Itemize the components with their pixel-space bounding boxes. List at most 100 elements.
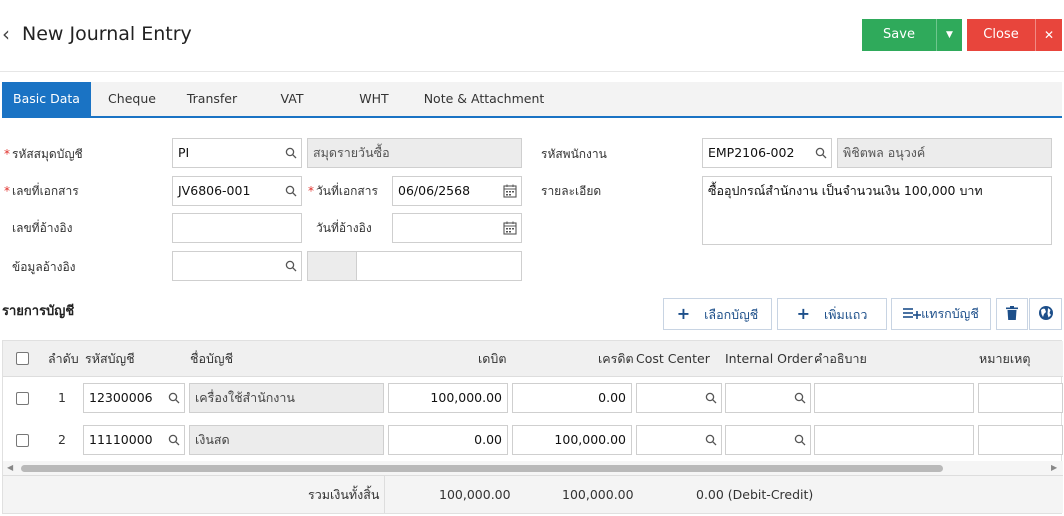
book-code-label: * รหัสสมุดบัญชี <box>4 147 83 161</box>
add-row-button[interactable]: + เพิ่มแถว <box>777 298 887 330</box>
search-icon[interactable] <box>285 147 297 159</box>
internal-order-input[interactable] <box>725 383 811 413</box>
page-title: New Journal Entry <box>22 23 192 45</box>
tab-cheque[interactable]: Cheque <box>96 82 168 116</box>
cost-center-input[interactable] <box>636 425 722 455</box>
book-name-field: สมุดรายวันซื้อ <box>307 138 522 168</box>
table-row: 1 12300006 เครื่องใช้สำนักงาน 100,000.00… <box>3 377 1063 419</box>
select-all-checkbox[interactable] <box>16 352 29 365</box>
col-internal-order: Internal Order <box>725 351 813 366</box>
row-seq: 1 <box>58 390 66 405</box>
search-icon[interactable] <box>285 260 297 272</box>
doc-date-input[interactable]: 06/06/2568 <box>392 176 522 206</box>
doc-no-label: * เลขที่เอกสาร <box>4 184 79 198</box>
globe-button[interactable] <box>1029 298 1062 330</box>
close-x-button[interactable]: ✕ <box>1035 19 1062 51</box>
acc-code-input[interactable]: 11110000 <box>83 425 185 455</box>
search-icon[interactable] <box>705 434 717 446</box>
search-icon[interactable] <box>168 392 180 404</box>
ref-info-name-field[interactable] <box>356 251 522 281</box>
credit-input[interactable]: 0.00 <box>512 383 632 413</box>
globe-icon <box>1038 306 1053 320</box>
acc-name-field: เงินสด <box>189 425 384 455</box>
total-credit: 100,000.00 <box>562 487 634 502</box>
search-icon[interactable] <box>168 434 180 446</box>
search-icon[interactable] <box>794 434 806 446</box>
search-icon[interactable] <box>705 392 717 404</box>
calendar-icon[interactable] <box>503 221 517 235</box>
cost-center-input[interactable] <box>636 383 722 413</box>
ref-info-label: ข้อมูลอ้างอิง <box>12 260 76 274</box>
grid-header: ลำดับ รหัสบัญชี ชื่อบัญชี เดบิต เครดิต C… <box>3 341 1063 377</box>
col-acc-code: รหัสบัญชี <box>85 351 135 366</box>
ref-date-label: วันที่อ้างอิง <box>316 221 372 235</box>
employee-name-field: พิชิตพล อนุวงค์ <box>837 138 1052 168</box>
row-checkbox[interactable] <box>16 392 29 405</box>
search-icon[interactable] <box>794 392 806 404</box>
tab-basic-data[interactable]: Basic Data <box>2 82 91 116</box>
save-options-button[interactable]: ▼ <box>936 19 962 51</box>
col-credit: เครดิต <box>598 351 634 366</box>
close-button[interactable]: Close <box>967 19 1035 51</box>
search-icon[interactable] <box>815 147 827 159</box>
col-acc-name: ชื่อบัญชี <box>190 351 234 366</box>
col-description: คำอธิบาย <box>814 351 867 366</box>
tab-bar: Basic Data Cheque Transfer VAT WHT Note … <box>2 82 1062 118</box>
back-arrow-icon[interactable]: ‹ <box>2 22 10 46</box>
detail-label: รายละเอียด <box>541 184 602 198</box>
employee-label: รหัสพนักงาน <box>541 147 607 161</box>
credit-input[interactable]: 100,000.00 <box>512 425 632 455</box>
ref-no-label: เลขที่อ้างอิง <box>12 221 73 235</box>
book-code-input[interactable]: PI <box>172 138 302 168</box>
detail-textarea[interactable]: ซื้ออุปกรณ์สำนักงาน เป็นจำนวนเงิน 100,00… <box>702 176 1052 245</box>
description-input[interactable] <box>814 425 974 455</box>
close-icon: ✕ <box>1043 28 1055 42</box>
calendar-icon[interactable] <box>503 184 517 198</box>
tab-vat[interactable]: VAT <box>264 82 320 116</box>
ref-info-code-field <box>307 251 357 281</box>
total-label: รวมเงินทั้งสิ้น <box>308 487 380 502</box>
remark-input[interactable] <box>978 383 1063 413</box>
tab-note-attachment[interactable]: Note & Attachment <box>420 82 548 116</box>
horizontal-scrollbar[interactable]: ◀ ▶ <box>3 461 1063 475</box>
description-input[interactable] <box>814 383 974 413</box>
trash-icon <box>1006 306 1018 320</box>
row-seq: 2 <box>58 432 66 447</box>
doc-date-label: * วันที่เอกสาร <box>308 184 378 198</box>
debit-input[interactable]: 0.00 <box>388 425 508 455</box>
col-remark: หมายเหตุ <box>979 351 1031 366</box>
doc-no-input[interactable]: JV6806-001 <box>172 176 302 206</box>
col-debit: เดบิต <box>478 351 507 366</box>
debit-input[interactable]: 100,000.00 <box>388 383 508 413</box>
ref-no-input[interactable] <box>172 213 302 243</box>
delete-button[interactable] <box>996 298 1028 330</box>
tab-wht[interactable]: WHT <box>346 82 402 116</box>
total-difference: 0.00 (Debit-Credit) <box>696 487 814 502</box>
scroll-right-icon[interactable]: ▶ <box>1051 461 1057 475</box>
acc-code-input[interactable]: 12300006 <box>83 383 185 413</box>
ref-info-input[interactable] <box>172 251 302 281</box>
acc-name-field: เครื่องใช้สำนักงาน <box>189 383 384 413</box>
accounts-grid: ลำดับ รหัสบัญชี ชื่อบัญชี เดบิต เครดิต C… <box>2 340 1063 514</box>
plus-icon: + <box>676 304 691 323</box>
row-checkbox[interactable] <box>16 434 29 447</box>
ref-date-input[interactable] <box>392 213 522 243</box>
insert-list-icon <box>903 308 922 319</box>
tab-transfer[interactable]: Transfer <box>174 82 250 116</box>
page-header: ‹ New Journal Entry Save ▼ Close ✕ <box>0 0 1064 72</box>
scrollbar-thumb[interactable] <box>21 465 943 472</box>
internal-order-input[interactable] <box>725 425 811 455</box>
total-debit: 100,000.00 <box>439 487 511 502</box>
select-account-button[interactable]: + เลือกบัญชี <box>663 298 772 330</box>
col-cost-center: Cost Center <box>636 351 710 366</box>
caret-down-icon: ▼ <box>946 30 953 40</box>
employee-code-input[interactable]: EMP2106-002 <box>702 138 832 168</box>
col-seq: ลำดับ <box>48 351 79 366</box>
plus-icon: + <box>796 304 810 323</box>
remark-input[interactable] <box>978 425 1063 455</box>
grid-footer-totals: รวมเงินทั้งสิ้น 100,000.00 100,000.00 0.… <box>3 475 1063 513</box>
insert-account-button[interactable]: แทรกบัญชี <box>891 298 991 330</box>
search-icon[interactable] <box>285 185 297 197</box>
save-button[interactable]: Save <box>862 19 936 51</box>
scroll-left-icon[interactable]: ◀ <box>7 461 13 475</box>
